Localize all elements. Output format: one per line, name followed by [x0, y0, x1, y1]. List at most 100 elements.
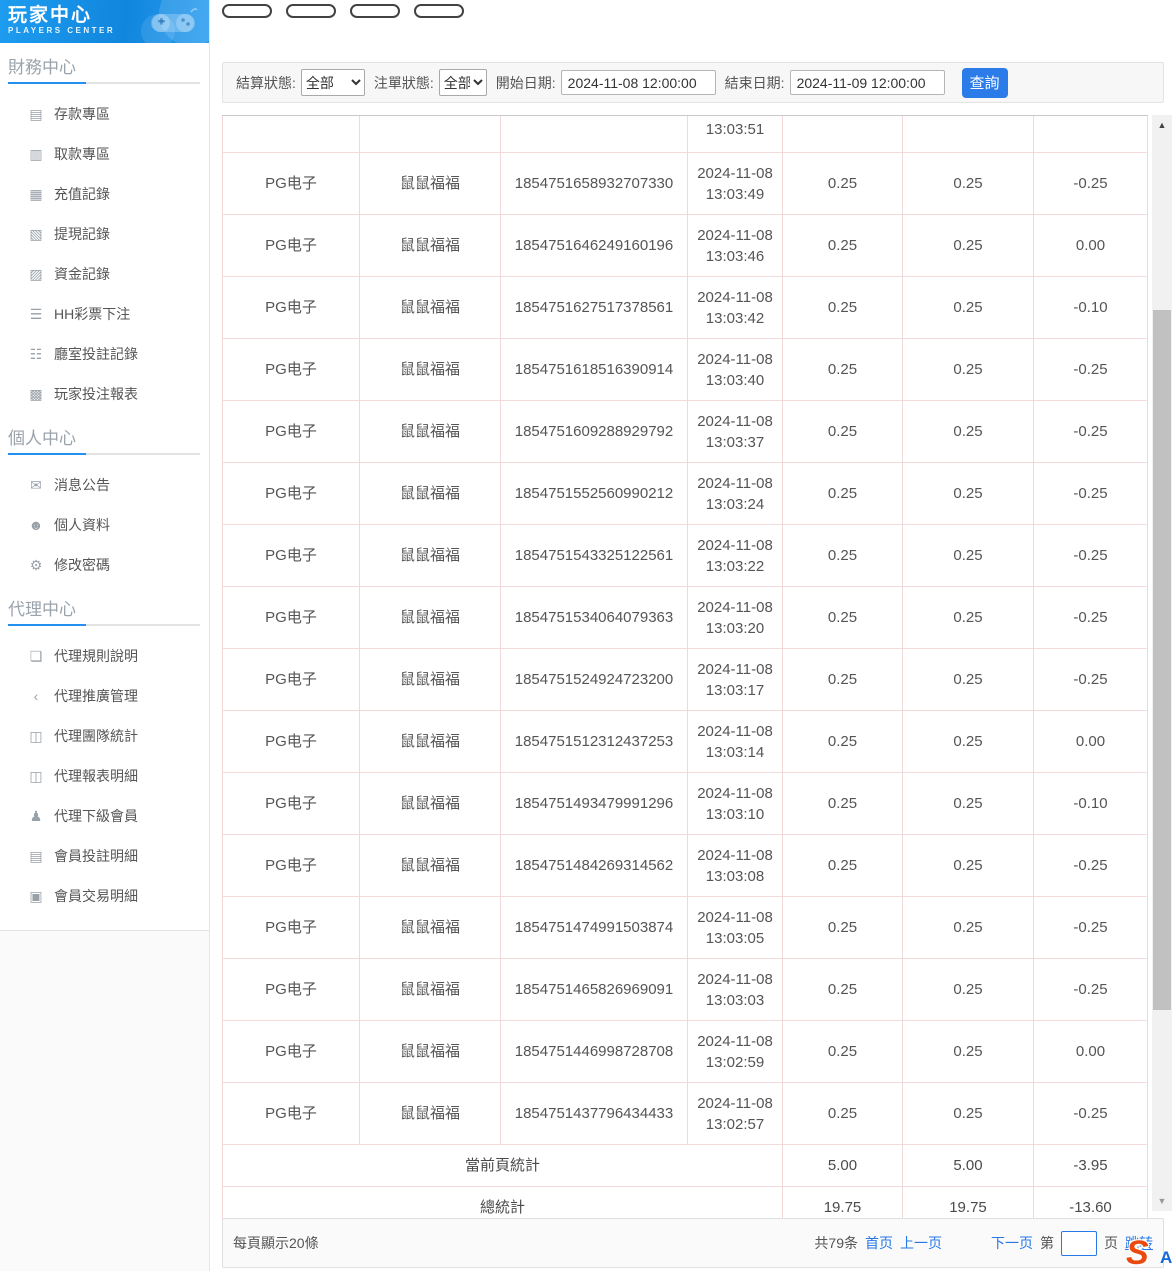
sidebar-footer-area	[0, 930, 209, 1271]
section-divider	[8, 453, 200, 455]
next-page-link[interactable]: 下一页	[991, 1233, 1033, 1253]
scrollbar-thumb[interactable]	[1153, 310, 1171, 1010]
sidebar-item-label: 取款專區	[54, 144, 110, 164]
sidebar-item[interactable]: ▩ 玩家投注報表	[0, 374, 200, 414]
table-row: PG电子 鼠鼠福福 1854751446998728708 2024-11-08…	[222, 1021, 1148, 1083]
menu-list: ❏ 代理規則說明 ‹ 代理推廣管理 ◫ 代理團隊統計	[0, 626, 209, 916]
scroll-down-arrow[interactable]: ▼	[1152, 1193, 1172, 1209]
cell-game: 鼠鼠福福	[360, 339, 501, 401]
room-bet-records-icon: ☷	[26, 346, 46, 363]
member-bets-icon: ▤	[26, 848, 46, 865]
cell-provider: PG电子	[222, 773, 360, 835]
sidebar-item[interactable]: ☰ HH彩票下注	[0, 294, 200, 334]
start-date-label: 開始日期:	[496, 73, 556, 93]
cell-winloss: 0.00	[1034, 215, 1148, 277]
sidebar-item[interactable]: ▤ 存款專區	[0, 94, 200, 134]
sidebar-item[interactable]: ◫ 代理團隊統計	[0, 716, 200, 756]
sidebar-item[interactable]: ▧ 提現記錄	[0, 214, 200, 254]
cell-valid-bet: 0.25	[903, 1083, 1034, 1145]
category-tab[interactable]	[350, 4, 400, 18]
section-title: 財務中心	[8, 43, 209, 82]
table-row: PG电子 鼠鼠福福 1854751609288929792 2024-11-08…	[222, 401, 1148, 463]
cell-bet-amount: 0.25	[783, 525, 903, 587]
sidebar-item[interactable]: ▤ 會員投註明細	[0, 836, 200, 876]
share-icon: ‹	[26, 688, 46, 704]
category-tab[interactable]	[222, 4, 272, 18]
sidebar-item[interactable]: ❏ 代理規則說明	[0, 636, 200, 676]
table-row: PG电子 鼠鼠福福 1854751493479991296 2024-11-08…	[222, 773, 1148, 835]
table-scrollbar[interactable]: ▲ ▼	[1152, 115, 1172, 1211]
sidebar-item[interactable]: ⚙ 修改密碼	[0, 545, 200, 585]
cell-valid-bet: 0.25	[903, 463, 1034, 525]
category-tab[interactable]	[414, 4, 464, 18]
cell-bet-amount: 0.25	[783, 587, 903, 649]
sidebar-item[interactable]: ☻ 個人資料	[0, 505, 200, 545]
sidebar-item[interactable]: ‹ 代理推廣管理	[0, 676, 200, 716]
sidebar-item[interactable]: ☷ 廳室投註記錄 ›	[0, 334, 200, 374]
sidebar-item[interactable]: ✉ 消息公告	[0, 465, 200, 505]
cell-order-id: 1854751474991503874	[501, 897, 688, 959]
sidebar-item-label: 修改密碼	[54, 555, 110, 575]
cell-bet-amount: 0.25	[783, 711, 903, 773]
cell-bet-amount: 0.25	[783, 215, 903, 277]
bet-records-table: 13:03:51 PG电子 鼠鼠福福 1854751658932707330 2…	[222, 115, 1148, 1229]
sidebar-item-label: 消息公告	[54, 475, 110, 495]
sidebar-item-label: 存款專區	[54, 104, 110, 124]
pagination-bar: 每頁顯示20條 共79条 首页 上一页 下一页 第 页 跳转	[222, 1218, 1164, 1268]
sidebar-item[interactable]: ▦ 充值記錄	[0, 174, 200, 214]
sidebar-item-label: 充值記錄	[54, 184, 110, 204]
end-date-input[interactable]	[790, 70, 945, 95]
cell-provider: PG电子	[222, 711, 360, 773]
start-date-input[interactable]	[561, 70, 716, 95]
order-status-select[interactable]: 全部	[439, 69, 487, 96]
sidebar-item-label: 代理團隊統計	[54, 726, 138, 746]
sidebar-item[interactable]: ◫ 代理報表明細	[0, 756, 200, 796]
sidebar-item[interactable]: ▨ 資金記錄	[0, 254, 200, 294]
cell-bet-time: 2024-11-08 13:03:22	[688, 525, 783, 587]
sidebar-item[interactable]: ▣ 會員交易明細	[0, 876, 200, 916]
settle-status-select[interactable]: 全部	[301, 69, 365, 96]
table-row: PG电子 鼠鼠福福 1854751627517378561 2024-11-08…	[222, 277, 1148, 339]
table-row: PG电子 鼠鼠福福 1854751437796434433 2024-11-08…	[222, 1083, 1148, 1145]
jump-page-input[interactable]	[1061, 1231, 1097, 1256]
sidebar-item-label: 廳室投註記錄	[54, 344, 138, 364]
cell-valid-bet: 0.25	[903, 153, 1034, 215]
cell-provider: PG电子	[222, 897, 360, 959]
settle-status-label: 結算狀態:	[236, 73, 296, 93]
table-row: PG电子 鼠鼠福福 1854751524924723200 2024-11-08…	[222, 649, 1148, 711]
sidebar-item[interactable]: ▥ 取款專區	[0, 134, 200, 174]
sidebar-item[interactable]: ♟ 代理下級會員	[0, 796, 200, 836]
recharge-record-icon: ▦	[26, 186, 46, 203]
cell-game: 鼠鼠福福	[360, 525, 501, 587]
category-tab[interactable]	[286, 4, 336, 18]
jump-prefix: 第	[1040, 1233, 1054, 1253]
agent-members-icon: ♟	[26, 808, 46, 825]
cell-order-id: 1854751446998728708	[501, 1021, 688, 1083]
cell-bet-amount: 0.25	[783, 897, 903, 959]
cell-provider: PG电子	[222, 525, 360, 587]
notice-icon: ✉	[26, 477, 46, 494]
cell-winloss: -0.25	[1034, 525, 1148, 587]
first-page-link[interactable]: 首页	[865, 1233, 893, 1253]
scroll-up-arrow[interactable]: ▲	[1152, 117, 1172, 133]
profile-icon: ☻	[26, 517, 46, 533]
end-date-label: 結束日期:	[725, 73, 785, 93]
cell-game: 鼠鼠福福	[360, 649, 501, 711]
sidebar-item-label: 會員投註明細	[54, 846, 138, 866]
cell-order-id: 1854751618516390914	[501, 339, 688, 401]
cell-winloss: -0.25	[1034, 153, 1148, 215]
cell-game: 鼠鼠福福	[360, 463, 501, 525]
search-button[interactable]: 查詢	[962, 68, 1008, 98]
prev-page-link[interactable]: 上一页	[900, 1233, 942, 1253]
cell-order-id: 1854751646249160196	[501, 215, 688, 277]
cell-order-id: 1854751534064079363	[501, 587, 688, 649]
sidebar-item-label: HH彩票下注	[54, 304, 130, 324]
cell-bet-time: 2024-11-08 13:02:57	[688, 1083, 783, 1145]
table-row: PG电子 鼠鼠福福 1854751543325122561 2024-11-08…	[222, 525, 1148, 587]
cell-game: 鼠鼠福福	[360, 401, 501, 463]
cell-bet-time: 2024-11-08 13:03:49	[688, 153, 783, 215]
gear-icon: ⚙	[26, 557, 46, 574]
cell-provider: PG电子	[222, 463, 360, 525]
cell-bet-amount: 0.25	[783, 463, 903, 525]
cell-game: 鼠鼠福福	[360, 587, 501, 649]
